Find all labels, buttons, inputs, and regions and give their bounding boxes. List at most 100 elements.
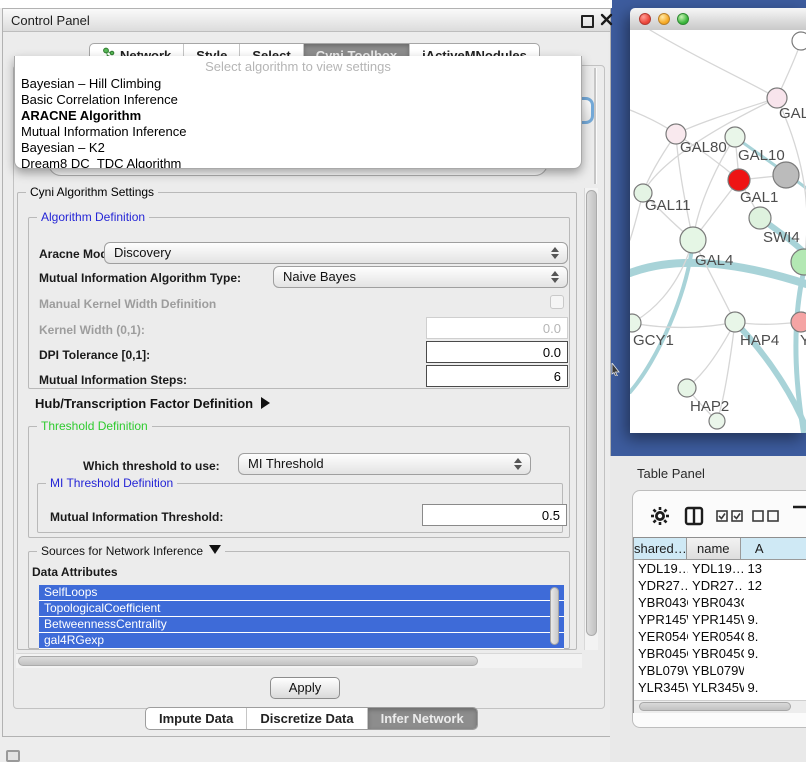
table-cell: YDR27…	[688, 577, 743, 594]
table-panel-title: Table Panel	[637, 466, 705, 481]
tab-impute-data[interactable]: Impute Data	[146, 708, 247, 729]
attributes-list-scrollbar[interactable]	[550, 587, 559, 645]
table-row[interactable]: YDL19…YDL19…13	[634, 560, 806, 577]
network-node[interactable]	[725, 312, 745, 332]
which-threshold-label: Which threshold to use:	[83, 459, 220, 473]
float-window-button[interactable]	[581, 15, 594, 28]
table-cell: YER054C	[688, 628, 743, 645]
table-row[interactable]: YER054CYER054C8.	[634, 628, 806, 645]
tab-infer-network[interactable]: Infer Network	[368, 708, 477, 729]
algorithm-definition-title: Algorithm Definition	[37, 210, 149, 224]
control-panel-title: Control Panel	[11, 13, 90, 28]
algorithm-definition-group: Algorithm Definition Aracne Mode: Discov…	[28, 217, 570, 389]
network-node[interactable]	[791, 249, 806, 275]
data-attributes-list[interactable]: SelfLoopsTopologicalCoefficientBetweenne…	[39, 585, 564, 649]
apply-button[interactable]: Apply	[270, 677, 340, 699]
which-threshold-value: MI Threshold	[248, 456, 324, 471]
network-node[interactable]	[678, 379, 696, 397]
network-node[interactable]	[630, 314, 641, 332]
aracne-mode-combobox[interactable]: Discovery	[104, 242, 568, 264]
node-label: GAL80	[680, 139, 727, 156]
table-row[interactable]: YBR045CYBR045C9.	[634, 645, 806, 662]
table-scrollbar-thumb[interactable]	[639, 702, 791, 711]
attribute-list-item[interactable]: TopologicalCoefficient	[39, 601, 564, 616]
attribute-list-item[interactable]: SelfLoops	[39, 585, 564, 600]
network-node[interactable]	[749, 207, 771, 229]
algorithm-dropdown-list: Select algorithm to view settings Bayesi…	[14, 56, 582, 169]
document-icon[interactable]	[791, 505, 806, 527]
mi-steps-field[interactable]: 6	[426, 365, 568, 387]
zoom-window-button[interactable]	[677, 13, 689, 25]
algorithm-option[interactable]: Bayesian – K2	[15, 140, 581, 156]
mi-threshold-field[interactable]: 0.5	[422, 504, 567, 526]
attribute-list-item[interactable]: gal4RGexp	[39, 633, 564, 648]
table-cell: YER054C	[634, 628, 688, 645]
column-header-a[interactable]: A	[741, 538, 806, 560]
column-header-name[interactable]: name	[687, 538, 741, 560]
table-cell: YBR043C	[634, 594, 688, 611]
mouse-cursor	[611, 363, 620, 376]
settings-scroll-area: Cyni Algorithm Settings Algorithm Defini…	[14, 184, 598, 668]
table-cell	[744, 594, 806, 611]
network-canvas[interactable]: GALGAL80GAL10GAL1GAL11SWI4GAL4GCY1HAP4YH…	[630, 30, 806, 433]
network-node[interactable]	[725, 127, 745, 147]
close-panel-icon[interactable]	[600, 13, 613, 26]
cyni-settings-group-title: Cyni Algorithm Settings	[26, 185, 158, 199]
control-panel-titlebar[interactable]: Control Panel	[3, 9, 610, 32]
table-cell: 9.	[744, 611, 806, 628]
node-label: GAL1	[740, 189, 778, 206]
table-cell: 12	[744, 577, 806, 594]
tab-discretize-data[interactable]: Discretize Data	[247, 708, 367, 729]
sources-title-text: Sources for Network Inference	[41, 544, 203, 558]
table-row[interactable]: YLR345WYLR345W9.	[634, 679, 806, 696]
horizontal-scrollbar-thumb[interactable]	[18, 656, 478, 666]
network-node[interactable]	[773, 162, 799, 188]
mi-type-label: Mutual Information Algorithm Type:	[39, 271, 241, 285]
table-row[interactable]: YBL079WYBL079W	[634, 662, 806, 679]
column-header-shared[interactable]: shared…	[634, 538, 687, 560]
algorithm-option[interactable]: Basic Correlation Inference	[15, 92, 581, 108]
network-node[interactable]	[791, 312, 806, 332]
which-threshold-combobox[interactable]: MI Threshold	[238, 453, 531, 475]
table-row[interactable]: YPR145WYPR145W9.	[634, 611, 806, 628]
algorithm-option[interactable]: Mutual Information Inference	[15, 124, 581, 140]
table-row[interactable]: YBR043CYBR043C	[634, 594, 806, 611]
kernel-width-label: Kernel Width (0,1):	[39, 323, 145, 337]
network-node[interactable]	[709, 413, 725, 429]
mi-threshold-group: MI Threshold Definition Mutual Informati…	[37, 483, 563, 533]
unchecked-boxes-icon[interactable]	[752, 510, 780, 522]
node-label: SWI4	[763, 229, 800, 246]
network-node[interactable]	[680, 227, 706, 253]
gear-icon[interactable]	[650, 506, 670, 526]
settings-horizontal-scrollbar[interactable]	[16, 653, 582, 668]
hub-definition-toggle[interactable]: Hub/Transcription Factor Definition	[35, 396, 270, 411]
mi-type-combobox[interactable]: Naive Bayes	[273, 266, 568, 288]
algorithm-option[interactable]: Bayesian – Hill Climbing	[15, 76, 581, 92]
settings-vertical-scrollbar[interactable]	[584, 188, 598, 650]
checked-boxes-icon[interactable]	[716, 510, 744, 522]
vertical-scrollbar-thumb[interactable]	[586, 190, 597, 636]
attribute-list-item[interactable]: BetweennessCentrality	[39, 617, 564, 632]
close-window-button[interactable]	[639, 13, 651, 25]
network-node[interactable]	[792, 32, 806, 50]
node-label: Y	[800, 332, 806, 349]
hidden-groupbox-edge	[594, 68, 596, 184]
algorithm-option[interactable]: Dream8 DC_TDC Algorithm	[15, 156, 581, 169]
table-cell: 9.	[744, 679, 806, 696]
columns-icon[interactable]	[684, 506, 704, 526]
table-row[interactable]: YDR27…YDR27…12	[634, 577, 806, 594]
expanded-arrow-icon	[209, 545, 221, 554]
network-node[interactable]	[728, 169, 750, 191]
dpi-tolerance-field[interactable]: 0.0	[426, 341, 568, 363]
table-cell: YBL079W	[688, 662, 743, 679]
kernel-width-field[interactable]: 0.0	[426, 317, 568, 339]
node-label: HAP4	[740, 332, 779, 349]
network-view-window: GALGAL80GAL10GAL1GAL11SWI4GAL4GCY1HAP4YH…	[630, 8, 806, 433]
minimize-window-button[interactable]	[658, 13, 670, 25]
network-window-titlebar[interactable]	[630, 8, 806, 31]
collapsed-panel-icon[interactable]	[6, 750, 20, 762]
sources-group-title[interactable]: Sources for Network Inference	[37, 544, 225, 558]
manual-kernel-checkbox[interactable]	[550, 295, 564, 309]
algorithm-option[interactable]: ARACNE Algorithm	[15, 108, 581, 124]
mi-type-value: Naive Bayes	[283, 269, 356, 284]
